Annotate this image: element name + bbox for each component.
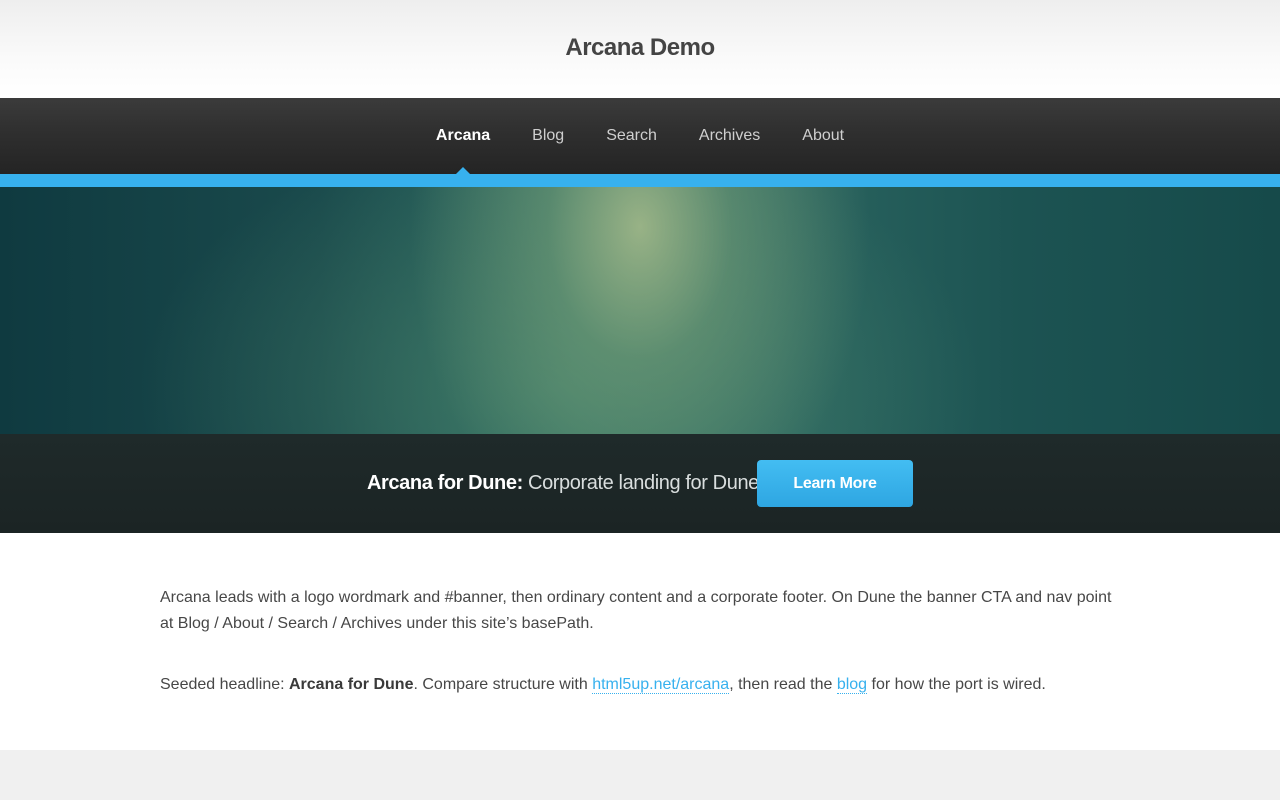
- p2-prefix: Seeded headline:: [160, 676, 289, 693]
- main-nav: Arcana Blog Search Archives About: [0, 98, 1280, 175]
- nav-accent-bar: [0, 174, 1280, 187]
- site-footer: [0, 750, 1280, 800]
- cta-title: Arcana for Dune:: [367, 472, 523, 494]
- logo-wordmark[interactable]: Arcana Demo: [0, 34, 1280, 62]
- html5up-arcana-link[interactable]: html5up.net/arcana: [592, 676, 730, 694]
- headline-paragraph: Seeded headline: Arcana for Dune. Compar…: [160, 672, 1120, 698]
- learn-more-button[interactable]: Learn More: [757, 460, 913, 507]
- seeded-headline: Arcana for Dune: [289, 676, 414, 693]
- cta-text: Arcana for Dune: Corporate landing for D…: [367, 434, 759, 533]
- nav-item-archives[interactable]: Archives: [699, 127, 760, 145]
- nav-item-search[interactable]: Search: [606, 127, 657, 145]
- intro-paragraph: Arcana leads with a logo wordmark and #b…: [160, 589, 1112, 632]
- nav-item-about[interactable]: About: [802, 127, 844, 145]
- banner-cta-bar: Arcana for Dune: Corporate landing for D…: [0, 434, 1280, 533]
- site-header: Arcana Demo: [0, 0, 1280, 98]
- nav-item-blog[interactable]: Blog: [532, 127, 564, 145]
- p2-mid: . Compare structure with: [413, 676, 593, 693]
- nav-item-arcana[interactable]: Arcana: [436, 127, 490, 175]
- blog-link[interactable]: blog: [836, 676, 868, 694]
- p2-suffix: for how the port is wired.: [867, 676, 1046, 693]
- p2-mid2: , then read the: [729, 676, 837, 693]
- banner-image: [0, 187, 1280, 434]
- cta-subtitle: Corporate landing for Dune: [528, 472, 759, 494]
- main-content: Arcana leads with a logo wordmark and #b…: [0, 533, 1280, 750]
